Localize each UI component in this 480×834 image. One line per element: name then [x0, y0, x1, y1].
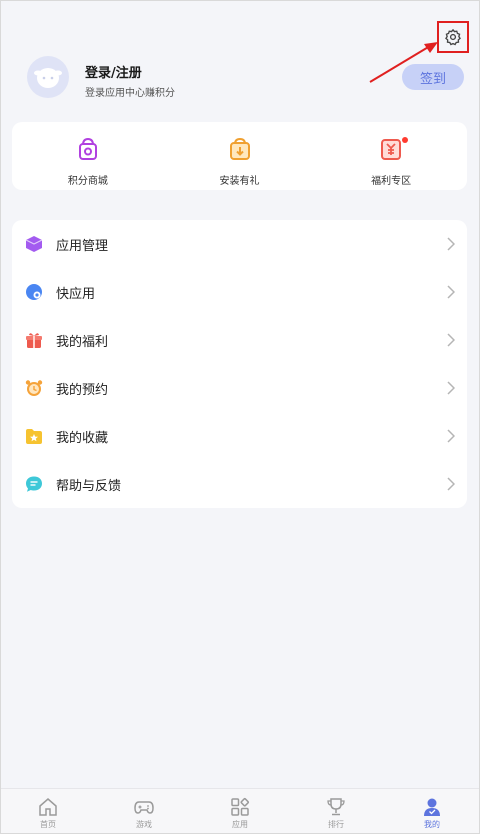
- chevron-right-icon: [447, 381, 455, 395]
- chevron-right-icon: [447, 477, 455, 491]
- tab-label: 游戏: [136, 820, 152, 829]
- install-gift-icon: [229, 137, 250, 160]
- bottom-tab-bar: 首页 游戏 应用 排行 我的: [0, 788, 480, 834]
- gift-icon: [26, 333, 42, 348]
- tab-label: 应用: [232, 820, 248, 829]
- quick-action-label: 福利专区: [371, 176, 412, 187]
- avatar[interactable]: [27, 56, 69, 98]
- menu-item-quick-app[interactable]: 快应用: [12, 268, 467, 316]
- star-folder-icon: [26, 429, 42, 444]
- quick-action-welfare-zone[interactable]: 福利专区: [315, 122, 467, 190]
- user-icon: [424, 798, 440, 816]
- quick-action-label: 安装有礼: [219, 176, 260, 187]
- chevron-right-icon: [447, 429, 455, 443]
- menu-item-app-management[interactable]: 应用管理: [12, 220, 467, 268]
- trophy-icon: [327, 798, 345, 816]
- tab-label: 排行: [328, 820, 344, 829]
- tab-label: 我的: [424, 820, 440, 829]
- home-icon: [39, 798, 57, 816]
- quick-actions-card: 积分商城 安装有礼 福利专区: [12, 122, 467, 190]
- gear-icon: [445, 28, 461, 46]
- tab-ranking[interactable]: 排行: [288, 789, 384, 834]
- menu-label: 我的收藏: [56, 430, 109, 446]
- chevron-right-icon: [447, 285, 455, 299]
- quick-action-label: 积分商城: [67, 176, 108, 187]
- menu-item-my-reservations[interactable]: 我的预约: [12, 364, 467, 412]
- chat-bubble-icon: [26, 476, 42, 492]
- settings-button[interactable]: [437, 21, 469, 53]
- login-subtitle: 登录应用中心赚积分: [85, 88, 175, 99]
- quick-app-icon: [26, 284, 42, 300]
- quick-action-install-gift[interactable]: 安装有礼: [164, 122, 316, 190]
- welfare-icon: [381, 139, 402, 160]
- menu-item-my-welfare[interactable]: 我的福利: [12, 316, 467, 364]
- tab-mine[interactable]: 我的: [384, 789, 480, 834]
- chevron-right-icon: [447, 333, 455, 347]
- cube-icon: [25, 236, 43, 252]
- menu-label: 帮助与反馈: [56, 478, 122, 494]
- notification-badge: [402, 137, 409, 143]
- quick-action-points-mall[interactable]: 积分商城: [12, 122, 164, 190]
- tab-label: 首页: [40, 820, 56, 829]
- chevron-right-icon: [447, 237, 455, 251]
- tab-home[interactable]: 首页: [0, 789, 96, 834]
- menu-label: 我的福利: [56, 334, 109, 350]
- menu-label: 应用管理: [56, 238, 109, 254]
- menu-label: 快应用: [56, 286, 96, 302]
- gamepad-icon: [134, 801, 154, 814]
- menu-item-help-feedback[interactable]: 帮助与反馈: [12, 460, 467, 508]
- tab-games[interactable]: 游戏: [96, 789, 192, 834]
- login-title[interactable]: 登录/注册: [85, 62, 142, 81]
- sheep-avatar-icon: [34, 68, 62, 88]
- checkin-button[interactable]: 签到: [402, 64, 464, 90]
- menu-card: 应用管理 快应用 我的福利 我的预约 我的收藏 帮助与反馈: [12, 220, 467, 508]
- alarm-clock-icon: [25, 380, 43, 396]
- menu-item-my-favorites[interactable]: 我的收藏: [12, 412, 467, 460]
- points-bag-icon: [78, 137, 97, 160]
- tab-apps[interactable]: 应用: [192, 789, 288, 834]
- apps-grid-icon: [231, 798, 249, 816]
- menu-label: 我的预约: [56, 382, 109, 398]
